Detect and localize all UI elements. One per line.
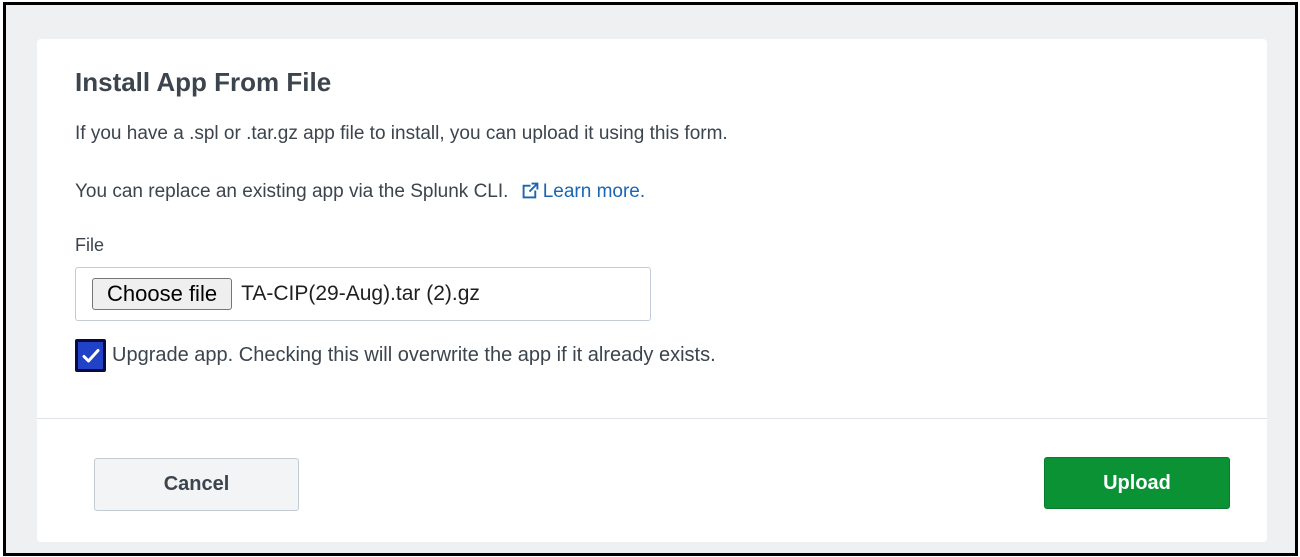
cli-info-line: You can replace an existing app via the … [75, 181, 645, 203]
cli-info-text: You can replace an existing app via the … [75, 181, 509, 202]
selected-file-name: TA-CIP(29-Aug).tar (2).gz [241, 282, 480, 305]
checkmark-icon [82, 348, 99, 362]
learn-more-link[interactable]: Learn more. [522, 181, 645, 202]
file-input[interactable]: Choose file TA-CIP(29-Aug).tar (2).gz [75, 267, 651, 321]
upload-button[interactable]: Upload [1044, 457, 1230, 509]
dialog-title: Install App From File [75, 67, 332, 97]
choose-file-button[interactable]: Choose file [92, 278, 233, 310]
dialog-intro-text: If you have a .spl or .tar.gz app file t… [75, 123, 728, 144]
external-link-icon [522, 182, 539, 199]
footer-divider [37, 418, 1267, 419]
cancel-button[interactable]: Cancel [94, 458, 299, 511]
upgrade-app-checkbox[interactable] [75, 339, 106, 372]
install-app-dialog: Install App From File If you have a .spl… [37, 39, 1267, 542]
upgrade-app-label: Upgrade app. Checking this will overwrit… [112, 344, 716, 366]
file-field-label: File [75, 235, 105, 255]
upgrade-app-option[interactable]: Upgrade app. Checking this will overwrit… [75, 339, 716, 372]
learn-more-label: Learn more. [542, 181, 646, 202]
screenshot-frame: Install App From File If you have a .spl… [3, 2, 1298, 556]
